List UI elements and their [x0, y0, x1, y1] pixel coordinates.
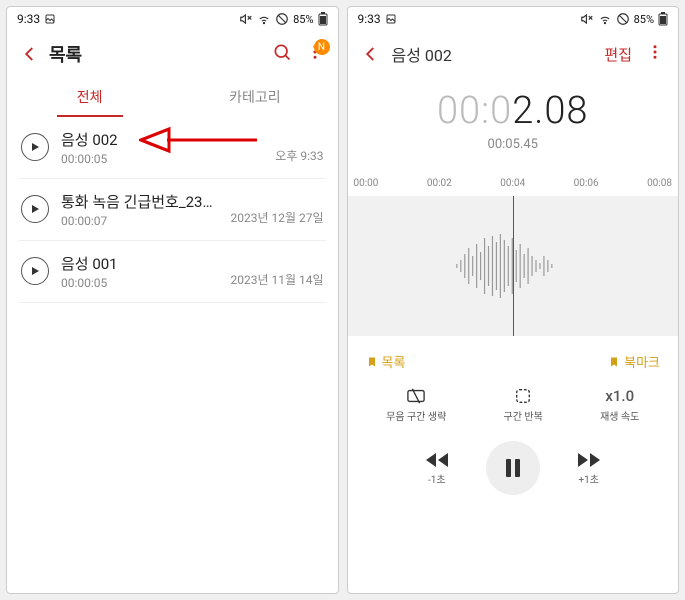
more-button[interactable]: N — [306, 43, 324, 65]
item-title: 음성 001 — [61, 253, 218, 274]
screenshot-icon — [44, 13, 56, 25]
skip-silence-button[interactable]: 무음 구간 생략 — [386, 387, 446, 423]
forward-icon — [576, 451, 602, 469]
status-time: 9:33 — [17, 12, 40, 26]
skip-silence-label: 무음 구간 생략 — [386, 408, 446, 423]
speed-value: x1.0 — [605, 387, 634, 405]
speed-label: 재생 속도 — [600, 408, 639, 423]
wifi-icon — [257, 12, 271, 26]
controls-row-2: -1초 +1초 — [348, 427, 679, 505]
edit-button[interactable]: 편집 — [604, 44, 632, 65]
back-button[interactable] — [356, 45, 386, 63]
item-duration: 00:00:05 — [61, 152, 263, 166]
controls-row-1: 무음 구간 생략 구간 반복 x1.0 재생 속도 — [348, 379, 679, 427]
list-item[interactable]: 음성 001 00:00:05 2023년 11월 14일 — [19, 241, 326, 303]
search-icon — [272, 42, 292, 62]
back-button[interactable] — [15, 45, 45, 63]
forward-label: +1초 — [579, 471, 600, 486]
ruler-tick: 00:06 — [574, 178, 599, 189]
no-sim-icon — [616, 12, 630, 26]
no-sim-icon — [275, 12, 289, 26]
battery-icon — [658, 12, 668, 26]
screenshot-icon — [385, 13, 397, 25]
item-duration: 00:00:05 — [61, 276, 218, 290]
play-button[interactable] — [21, 133, 49, 161]
rewind-icon — [424, 451, 450, 469]
mute-icon — [580, 12, 594, 26]
speed-button[interactable]: x1.0 재생 속도 — [600, 387, 639, 423]
battery-pct: 85% — [634, 13, 654, 26]
player-header: 음성 002 편집 — [348, 31, 679, 77]
repeat-icon — [512, 387, 534, 405]
recording-list: 음성 002 00:00:05 오후 9:33 통화 녹음 긴급번호_23122… — [7, 117, 338, 303]
list-screen: 9:33 85% 목록 N 전체 카테고리 — [6, 6, 339, 594]
time-ruler: 00:00 00:02 00:04 00:06 00:08 — [348, 178, 679, 194]
bookmark-icon — [366, 356, 378, 368]
item-date: 오후 9:33 — [275, 147, 323, 164]
rewind-label: -1초 — [428, 471, 446, 486]
play-icon — [30, 266, 40, 276]
status-time: 9:33 — [358, 12, 381, 26]
page-title: 목록 — [49, 41, 82, 67]
elapsed-dark: 2.08 — [512, 89, 588, 133]
mute-icon — [239, 12, 253, 26]
more-icon — [646, 43, 664, 61]
ruler-tick: 00:08 — [647, 178, 672, 189]
player-screen: 9:33 85% 음성 002 편집 00:02.08 00:05.45 00:… — [347, 6, 680, 594]
search-button[interactable] — [272, 42, 292, 66]
repeat-label: 구간 반복 — [504, 408, 543, 423]
bookmark-list-label: 목록 — [382, 352, 406, 371]
playhead[interactable] — [513, 196, 514, 336]
tab-category[interactable]: 카테고리 — [172, 77, 337, 117]
list-item[interactable]: 통화 녹음 긴급번호_231227_100723 00:00:07 2023년 … — [19, 179, 326, 241]
bookmark-label: 북마크 — [624, 352, 660, 371]
battery-pct: 85% — [293, 13, 313, 26]
item-title: 음성 002 — [61, 129, 263, 150]
item-date: 2023년 11월 14일 — [230, 271, 323, 288]
elapsed-time: 00:02.08 — [348, 89, 679, 133]
status-bar: 9:33 85% — [7, 7, 338, 31]
total-time: 00:05.45 — [348, 137, 679, 152]
pause-icon — [504, 458, 522, 478]
rewind-button[interactable]: -1초 — [424, 451, 450, 486]
ruler-tick: 00:02 — [427, 178, 452, 189]
tab-all[interactable]: 전체 — [7, 77, 172, 117]
more-button[interactable] — [646, 43, 664, 65]
forward-button[interactable]: +1초 — [576, 451, 602, 486]
bookmark-list-button[interactable]: 목록 — [366, 352, 406, 371]
pause-button[interactable] — [486, 441, 540, 495]
ruler-tick: 00:00 — [354, 178, 379, 189]
ruler-tick: 00:04 — [500, 178, 525, 189]
item-duration: 00:00:07 — [61, 214, 218, 228]
bookmark-row: 목록 북마크 — [348, 336, 679, 379]
item-title: 통화 녹음 긴급번호_231227_100723 — [61, 191, 218, 212]
app-header: 목록 N — [7, 31, 338, 77]
bookmark-icon — [608, 356, 620, 368]
play-button[interactable] — [21, 195, 49, 223]
item-date: 2023년 12월 27일 — [230, 209, 323, 226]
battery-icon — [318, 12, 328, 26]
play-icon — [30, 142, 40, 152]
notification-badge: N — [314, 39, 330, 55]
repeat-button[interactable]: 구간 반복 — [504, 387, 543, 423]
status-bar: 9:33 85% — [348, 7, 679, 31]
list-item[interactable]: 음성 002 00:00:05 오후 9:33 — [19, 117, 326, 179]
play-icon — [30, 204, 40, 214]
player-title: 음성 002 — [392, 42, 452, 66]
skip-silence-icon — [405, 387, 427, 405]
play-button[interactable] — [21, 257, 49, 285]
bookmark-add-button[interactable]: 북마크 — [608, 352, 660, 371]
elapsed-grey: 00:0 — [437, 89, 512, 133]
wifi-icon — [598, 12, 612, 26]
tabs: 전체 카테고리 — [7, 77, 338, 117]
waveform[interactable] — [348, 196, 679, 336]
